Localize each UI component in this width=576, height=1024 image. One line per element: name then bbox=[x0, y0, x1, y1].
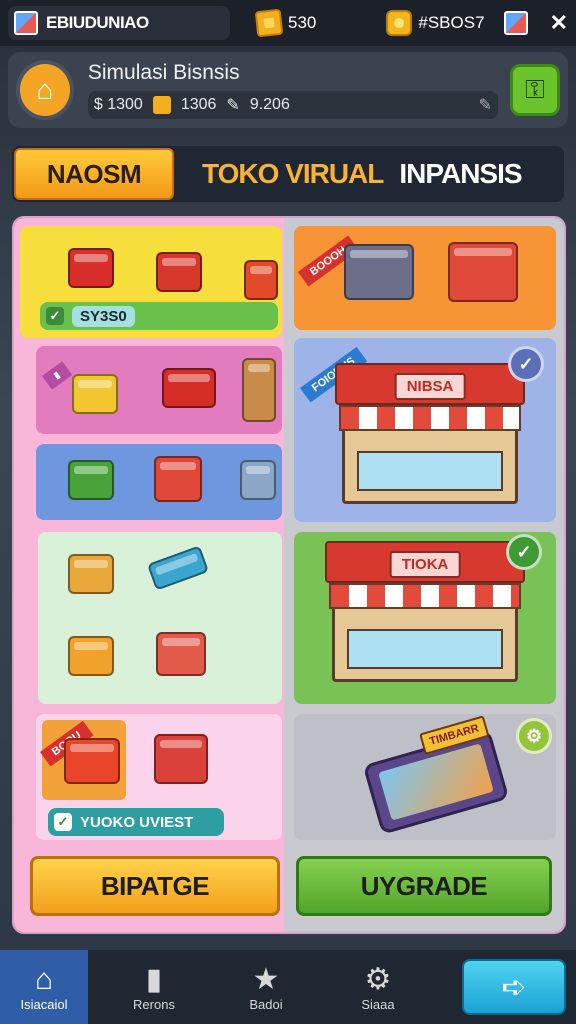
page-title: Simulasi Bisnsis bbox=[87, 61, 240, 84]
status-bar: EBIUDUNIAO 530 #SBOS7 ✕ bbox=[0, 0, 576, 46]
shop-home-icon[interactable]: ⌂ bbox=[16, 60, 74, 120]
coin-counter[interactable]: 530 bbox=[254, 6, 317, 40]
shop-1-sign: NIBSA bbox=[394, 373, 466, 400]
scanner-icon bbox=[146, 545, 210, 591]
store-card-3[interactable]: TIOKA ✓ bbox=[294, 532, 557, 704]
box-icon bbox=[68, 636, 114, 676]
business-header: ⌂ Simulasi Bisnsis $ 1300 1306 ✎ 9.206 ✎… bbox=[8, 52, 568, 128]
coin-box-icon bbox=[254, 8, 284, 38]
gear-icon: ⚙ bbox=[364, 962, 392, 996]
upgrade-button[interactable]: UYGRADE bbox=[296, 856, 552, 916]
money-stat: $ 1300 bbox=[93, 96, 143, 113]
key-button[interactable]: ⚿ bbox=[509, 64, 560, 116]
nav-settings[interactable]: ⚙ Siaaa bbox=[332, 950, 424, 1024]
next-arrow-button[interactable]: ➪ bbox=[462, 959, 566, 1015]
inventory-card-4[interactable] bbox=[38, 532, 282, 704]
tab-toko-virtual[interactable]: TOKO VIRUAL bbox=[202, 158, 384, 190]
inventory-card-3[interactable] bbox=[36, 444, 282, 520]
shield-badge-icon[interactable]: ✓ bbox=[508, 346, 545, 382]
nav-badges-label: Badoi bbox=[249, 996, 283, 1012]
check-icon: ✓ bbox=[46, 307, 64, 325]
gem-coin-icon bbox=[386, 10, 413, 36]
chart-icon: ▮ bbox=[145, 962, 163, 996]
home-icon: ⌂ bbox=[34, 962, 54, 996]
nav-reports[interactable]: ▮ Rerons bbox=[108, 950, 200, 1024]
bottom-nav: ⌂ Isiacaiol ▮ Rerons ★ Badoi ⚙ Siaaa ➪ bbox=[0, 950, 576, 1024]
shop-board: ✓ SY3S0 ▮ BOOU ✓ YUOKO UV bbox=[12, 216, 566, 934]
stall-icon bbox=[154, 456, 202, 502]
market-stall-icon bbox=[156, 632, 206, 676]
check-icon: ✓ bbox=[54, 813, 72, 831]
crate-icon bbox=[152, 96, 171, 114]
mode-tabs: NAOSM TOKO VIRUAL INPANSIS bbox=[12, 146, 564, 202]
counter-icon bbox=[162, 368, 216, 408]
food-cart-icon bbox=[154, 734, 208, 784]
store-card-1[interactable]: BOOOH bbox=[294, 226, 557, 330]
shop-2-sign: TIOKA bbox=[389, 551, 461, 578]
inventory-card-2[interactable]: ▮ bbox=[36, 346, 282, 434]
status-pill-1: ✓ SY3S0 bbox=[40, 302, 278, 330]
gift-box-icon bbox=[64, 738, 120, 784]
basket-icon bbox=[68, 248, 114, 288]
star-icon: ★ bbox=[252, 962, 280, 996]
check-badge-icon[interactable]: ✓ bbox=[506, 534, 543, 570]
pill-2-label: YUOKO UVIEST bbox=[80, 813, 194, 831]
shelf-icon bbox=[242, 358, 276, 422]
bipatge-button[interactable]: BIPATGE bbox=[30, 856, 280, 916]
stats-row: $ 1300 1306 ✎ 9.206 ✎ bbox=[87, 91, 498, 119]
store-cube-icon[interactable] bbox=[503, 11, 528, 35]
status-pill-2: ✓ YUOKO UVIEST bbox=[48, 808, 224, 836]
nav-home-label: Isiacaiol bbox=[20, 996, 68, 1012]
close-icon[interactable]: ✕ bbox=[550, 10, 568, 36]
produce-crate-icon bbox=[68, 460, 114, 500]
nav-badges[interactable]: ★ Badoi bbox=[220, 950, 312, 1024]
app-name-chip: EBIUDUNIAO bbox=[8, 6, 230, 40]
store-column: BOOOH FOIORUS NIBSA ✓ TIOKA ✓ ⚙ TIMBARR bbox=[284, 218, 564, 932]
pill-1-label: SY3S0 bbox=[72, 305, 135, 327]
gear-badge-icon[interactable]: ⚙ bbox=[516, 718, 553, 754]
arrow-right-icon: ➪ bbox=[501, 970, 527, 1004]
rating-stat: 9.206 bbox=[249, 96, 290, 113]
nav-settings-label: Siaaa bbox=[361, 996, 395, 1012]
inventory-column: ✓ SY3S0 ▮ BOOU ✓ YUOKO UV bbox=[14, 218, 285, 932]
stock-stat: 1306 bbox=[180, 96, 217, 113]
gem-count: #SBOS7 bbox=[418, 13, 485, 32]
mini-ribbon: ▮ bbox=[42, 361, 73, 390]
shop-building-2: TIOKA bbox=[325, 541, 526, 682]
plant-pot-icon bbox=[72, 374, 118, 414]
app-cube-icon bbox=[14, 11, 38, 35]
coin-count: 530 bbox=[288, 13, 317, 32]
store-card-2[interactable]: FOIORUS NIBSA ✓ bbox=[294, 338, 557, 522]
tab-inpansis[interactable]: INPANSIS bbox=[399, 158, 522, 190]
cabinet-icon bbox=[240, 460, 276, 500]
app-name: EBIUDUNIAO bbox=[46, 13, 149, 32]
register-icon bbox=[448, 242, 519, 302]
wrench-icon: ✎ bbox=[226, 97, 240, 114]
tab-naosm[interactable]: NAOSM bbox=[14, 148, 174, 200]
shop-building-1: NIBSA bbox=[335, 363, 526, 504]
freezer-icon bbox=[344, 244, 415, 300]
nav-home[interactable]: ⌂ Isiacaiol bbox=[0, 950, 88, 1024]
bag-icon bbox=[244, 260, 278, 300]
edit-icon[interactable]: ✎ bbox=[478, 95, 491, 115]
gem-counter[interactable]: #SBOS7 bbox=[386, 6, 485, 40]
cart-icon bbox=[156, 252, 202, 292]
kiosk-icon bbox=[68, 554, 114, 594]
nav-reports-label: Rerons bbox=[133, 996, 175, 1012]
